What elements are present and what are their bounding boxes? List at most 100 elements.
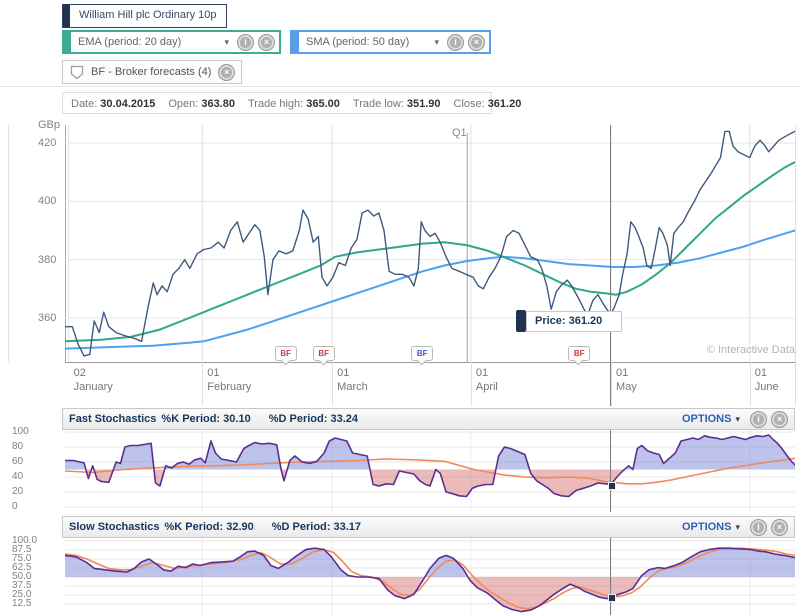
charting-application: William Hill plc Ordinary 10p EMA (perio… [0,0,801,615]
main-y-tick-label: 360 [38,312,56,324]
bf-broker-forecast-marker[interactable]: BF [411,346,433,361]
section-divider [0,86,801,87]
sma-close-icon[interactable]: × [468,34,485,51]
fast-d-value: 33.24 [330,413,358,425]
instrument-color-bar [63,5,70,27]
fast-crosshair-line [610,430,611,512]
slow-info-icon[interactable]: i [750,519,767,536]
month-name-label: March [337,380,368,394]
main-y-tick-label: 420 [38,137,56,149]
bf-broker-forecast-marker[interactable]: BF [275,346,297,361]
month-day-label: 01 [476,366,498,380]
fast-options-caret-icon[interactable]: ▾ [735,414,740,425]
svg-fast-y-tick-label: 60 [12,456,23,467]
month-label: 01February [207,366,251,394]
month-label: 02January [74,366,113,394]
broker-forecasts-close-icon[interactable]: × [218,64,235,81]
fast-stochastics-chart[interactable] [65,430,795,512]
fast-info-icon[interactable]: i [750,411,767,428]
main-price-chart[interactable] [65,125,795,362]
slow-d-value: 33.17 [334,521,362,533]
quote-item: Open:363.80 [168,98,248,110]
price-tooltip-label: Price: [535,315,566,327]
quote-item-value: 365.00 [306,98,340,110]
month-day-label: 02 [74,366,113,380]
flag-icon [69,64,85,80]
month-separator [202,362,203,406]
sma-dropdown-caret-icon[interactable]: ▾ [434,37,439,48]
slow-stochastics-header: Slow Stochastics %K Period: 32.90 %D Per… [62,516,795,538]
quote-item-value: 30.04.2015 [100,98,155,110]
copyright-notice: © Interactive Data [660,344,795,356]
main-y-tick-label: 380 [38,254,56,266]
sma-color-bar [292,32,299,52]
sma-indicator-label: SMA (period: 50 day) [299,36,434,48]
bf-broker-forecast-marker[interactable]: BF [568,346,590,361]
month-label: 01March [337,366,368,394]
instrument-label: William Hill plc Ordinary 10p [70,5,226,27]
svg-slow-y-tick-label: 12.5 [12,598,31,609]
y-axis-unit-label: GBp [38,119,60,131]
quote-item-value: 363.80 [201,98,235,110]
svg-fast-y-tick-label: 100 [12,426,29,437]
broker-forecasts-box[interactable]: BF - Broker forecasts (4) × [62,60,242,84]
svg-fast-y-tick-label: 0 [12,501,18,512]
ema-color-bar [64,32,71,52]
slow-close-icon[interactable]: × [771,519,788,536]
instrument-tag[interactable]: William Hill plc Ordinary 10p [62,4,227,28]
slow-k-value: 32.90 [226,521,254,533]
quote-item-label: Close: [454,98,485,110]
svg-fast-y-tick-label: 20 [12,486,23,497]
bf-broker-forecast-marker[interactable]: BF [313,346,335,361]
sma-indicator-box[interactable]: SMA (period: 50 day) ▾ i × [290,30,491,54]
quote-item-label: Trade high: [248,98,303,110]
svg-fast-y-tick-label: 40 [12,471,23,482]
ema-indicator-box[interactable]: EMA (period: 20 day) ▾ i × [62,30,281,54]
quote-item-value: 361.20 [488,98,522,110]
month-name-label: February [207,380,251,394]
month-label: 01May [616,366,637,394]
month-separator [750,362,751,406]
chart-left-dotted-edge [8,125,9,362]
slow-options-caret-icon[interactable]: ▾ [735,522,740,533]
month-separator [471,362,472,406]
month-separator [332,362,333,406]
quarter-marker-label: Q1 [452,127,467,139]
price-tooltip-value: 361.20 [569,315,603,327]
month-name-label: April [476,380,498,394]
ema-info-icon[interactable]: i [237,34,254,51]
main-chart-right-edge [795,125,796,406]
fast-options-button[interactable]: OPTIONS [682,413,732,425]
fast-k-value: 30.10 [223,413,251,425]
main-y-tick-label: 400 [38,195,56,207]
main-chart-x-axis [65,362,795,363]
month-label: 01June [755,366,779,394]
ema-dropdown-caret-icon[interactable]: ▾ [224,37,229,48]
slow-options-button[interactable]: OPTIONS [682,521,732,533]
fast-d-label: %D Period: [269,413,328,425]
month-separator [611,362,612,406]
quote-item: Date:30.04.2015 [71,98,168,110]
fast-selected-point-marker[interactable] [608,482,616,490]
quote-bar: Date:30.04.2015Open:363.80Trade high:365… [62,92,492,114]
slow-stochastics-chart[interactable] [65,538,795,615]
sma-info-icon[interactable]: i [447,34,464,51]
price-flag-icon [516,310,526,332]
fast-close-icon[interactable]: × [771,411,788,428]
month-day-label: 01 [207,366,251,380]
slow-k-label: %K Period: [164,521,223,533]
month-day-label: 01 [616,366,637,380]
quote-item-label: Date: [71,98,97,110]
month-name-label: June [755,380,779,394]
quote-item-label: Trade low: [353,98,404,110]
quote-item-label: Open: [168,98,198,110]
month-day-label: 01 [755,366,779,380]
slow-stochastics-title: Slow Stochastics [69,521,159,533]
slow-crosshair-line [610,538,611,615]
fast-stochastics-header: Fast Stochastics %K Period: 30.10 %D Per… [62,408,795,430]
ema-close-icon[interactable]: × [258,34,275,51]
month-label: 01April [476,366,498,394]
month-name-label: May [616,380,637,394]
quote-item: Trade high:365.00 [248,98,353,110]
slow-selected-point-marker[interactable] [608,594,616,602]
